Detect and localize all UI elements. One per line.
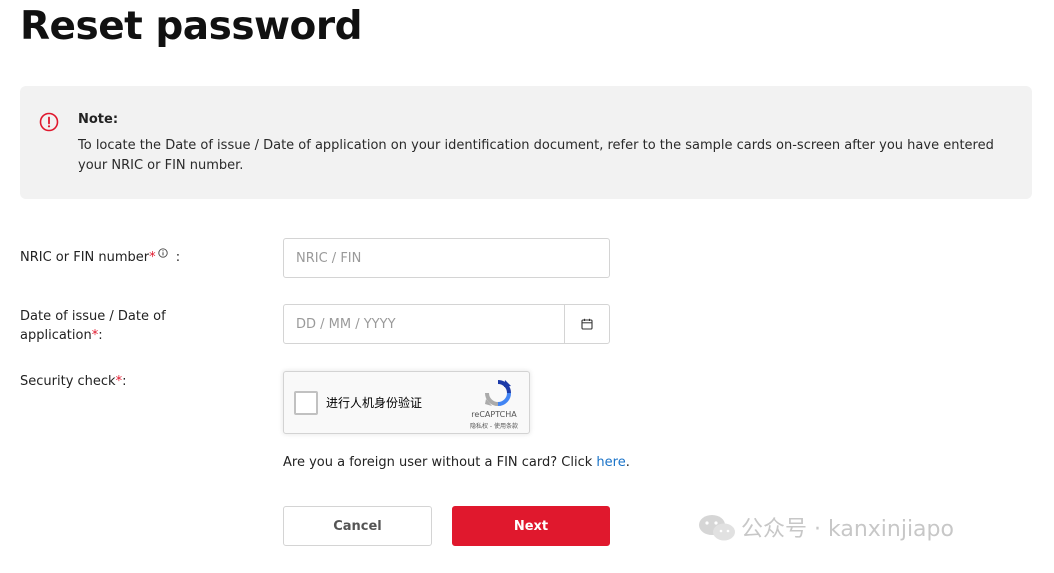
note-text: To locate the Date of issue / Date of ap… xyxy=(78,138,994,173)
security-label: Security check*: xyxy=(20,372,126,391)
foreign-user-end: . xyxy=(625,455,630,470)
note-heading: Note: xyxy=(78,112,119,127)
foreign-user-here-link[interactable]: here xyxy=(596,455,625,470)
required-mark: * xyxy=(149,250,156,265)
wechat-logo-icon xyxy=(699,515,735,541)
date-label-suffix: : xyxy=(98,328,103,343)
date-label: Date of issue / Date of application*: xyxy=(20,307,166,345)
recaptcha-terms-link[interactable]: 隐私权 - 使用条款 xyxy=(460,421,528,430)
recaptcha-checkbox[interactable] xyxy=(294,391,318,415)
recaptcha-brand: reCAPTCHA xyxy=(471,410,517,419)
date-field xyxy=(283,304,610,344)
foreign-user-text: Are you a foreign user without a FIN car… xyxy=(283,455,630,470)
security-label-text: Security check xyxy=(20,374,116,389)
nric-label: NRIC or FIN number* : xyxy=(20,248,180,267)
recaptcha-widget: 进行人机身份验证 reCAPTCHA 隐私权 - 使用条款 xyxy=(283,371,530,434)
nric-label-text: NRIC or FIN number xyxy=(20,250,150,265)
recaptcha-label: 进行人机身份验证 xyxy=(326,396,423,410)
nric-fin-input[interactable] xyxy=(283,238,610,278)
page-title: Reset password xyxy=(20,4,363,49)
watermark-text: 公众号 · kanxinjiapo xyxy=(741,517,954,542)
watermark: 公众号 · kanxinjiapo xyxy=(697,505,1037,549)
info-icon[interactable] xyxy=(157,248,168,258)
calendar-icon xyxy=(581,318,593,330)
nric-label-suffix: : xyxy=(175,250,181,265)
note-panel: Note: To locate the Date of issue / Date… xyxy=(20,86,1032,199)
recaptcha-logo-icon xyxy=(485,380,511,406)
calendar-button[interactable] xyxy=(564,305,609,343)
security-label-suffix: : xyxy=(122,374,127,389)
date-label-line2: application xyxy=(20,328,92,343)
next-button[interactable]: Next xyxy=(452,506,610,546)
info-circle-icon xyxy=(39,112,59,132)
cancel-button[interactable]: Cancel xyxy=(283,506,432,546)
foreign-user-question: Are you a foreign user without a FIN car… xyxy=(283,455,597,470)
date-label-line1: Date of issue / Date of xyxy=(20,309,166,324)
date-input[interactable] xyxy=(284,305,565,343)
